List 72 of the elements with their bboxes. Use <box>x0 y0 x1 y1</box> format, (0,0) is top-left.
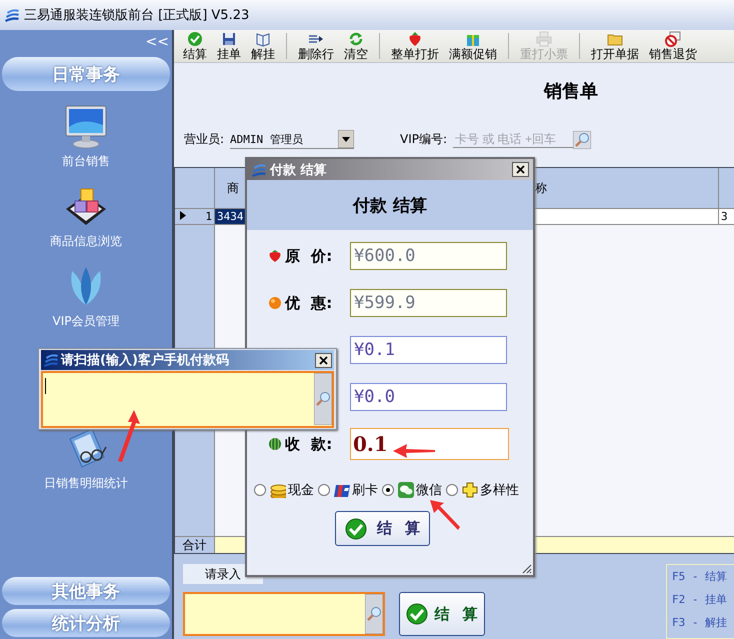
app-logo-icon <box>43 352 59 368</box>
toolbar-button[interactable]: 挂单 <box>212 31 246 61</box>
fruit-icon <box>268 296 282 310</box>
radio-label[interactable]: 微信 <box>416 481 442 499</box>
total-label: 合计 <box>175 537 215 553</box>
salesperson-dropdown[interactable]: ADMIN 管理员 <box>230 130 354 149</box>
amount-field: ¥0.1 <box>350 336 507 364</box>
window-title: 三易通服装连锁版前台 [正式版] V5.23 <box>24 7 250 24</box>
app-logo-icon <box>251 162 267 178</box>
hotkey-hint: F5 - 结算 <box>672 569 728 584</box>
field-label: 营业员: <box>184 131 224 148</box>
payment-code-field[interactable] <box>41 371 334 428</box>
barcode-entry-field[interactable] <box>183 592 385 636</box>
refresh-icon <box>348 31 364 47</box>
dialog-heading: 付款 结算 <box>247 180 533 230</box>
coins-icon <box>270 482 286 498</box>
check-icon <box>406 603 428 625</box>
checkout-button[interactable]: 结 算 <box>335 511 430 546</box>
check-icon <box>187 31 203 47</box>
resize-grip-icon <box>520 562 532 574</box>
no-entry-icon <box>665 31 681 47</box>
printer-icon <box>536 31 552 47</box>
app-logo-icon <box>4 7 20 23</box>
bank-card-icon <box>334 482 350 498</box>
toolbar-button[interactable]: 解挂 <box>246 31 280 61</box>
field-label: 收 款: <box>285 434 332 454</box>
chat-bubbles-icon <box>398 482 414 498</box>
search-icon <box>573 130 592 148</box>
amount-field: ¥600.0 <box>350 242 507 270</box>
strawberry-icon <box>407 31 423 47</box>
toolbar-button[interactable]: 打开单据 <box>586 31 644 61</box>
close-icon <box>512 162 529 177</box>
amount-field: ¥599.9 <box>350 289 507 317</box>
document-title: 销售单 <box>544 80 599 103</box>
check-icon <box>344 518 367 540</box>
radio-button[interactable] <box>254 484 266 496</box>
toolbar-button[interactable]: 销售退货 <box>644 31 702 61</box>
payment-input-field[interactable]: 0.1 <box>350 428 509 460</box>
amount-field: ¥0.0 <box>350 383 507 411</box>
field-label: VIP编号: <box>400 131 448 148</box>
melon-icon <box>268 437 282 451</box>
hotkey-hint: F2 - 挂单 <box>672 592 728 607</box>
checkout-button[interactable]: 结 算 <box>399 592 485 636</box>
radio-button[interactable] <box>382 484 394 496</box>
field-label: 原 价: <box>285 246 332 266</box>
search-icon <box>365 594 383 634</box>
toolbar-button[interactable]: 结算 <box>178 31 212 61</box>
radio-label[interactable]: 现金 <box>288 481 314 499</box>
radio-label[interactable]: 多样性 <box>480 481 519 499</box>
radio-label[interactable]: 刷卡 <box>352 481 378 499</box>
toolbar-button[interactable]: 整单打折 <box>386 31 444 61</box>
pointer-arrow <box>118 410 140 462</box>
dialog-title-bar: 付款 结算 <box>247 159 533 180</box>
dropdown-arrow-icon <box>338 130 354 148</box>
toolbar-button[interactable]: 清空 <box>339 31 373 61</box>
vip-number-field[interactable]: 卡号 或 电话 +回车 <box>453 131 574 148</box>
plus-icon <box>462 482 478 498</box>
pointer-arrow <box>430 500 460 530</box>
dialog-title-bar: 请扫描(输入)客户手机付款码 <box>41 350 334 370</box>
row-header[interactable]: 1 <box>175 209 215 224</box>
table-cell-text: 3 <box>720 209 729 224</box>
toolbar-button[interactable]: 删除行 <box>293 31 339 61</box>
close-icon <box>315 352 332 368</box>
field-label: 优 惠: <box>285 294 332 312</box>
search-icon <box>314 373 332 426</box>
pointer-arrow <box>393 444 435 458</box>
radio-button[interactable] <box>318 484 330 496</box>
strawberry-icon <box>268 249 282 263</box>
book-icon <box>255 31 271 47</box>
radio-button[interactable] <box>446 484 458 496</box>
hotkey-hint: F3 - 解挂 <box>672 615 728 630</box>
toolbar-button[interactable]: 满额促销 <box>444 31 502 61</box>
